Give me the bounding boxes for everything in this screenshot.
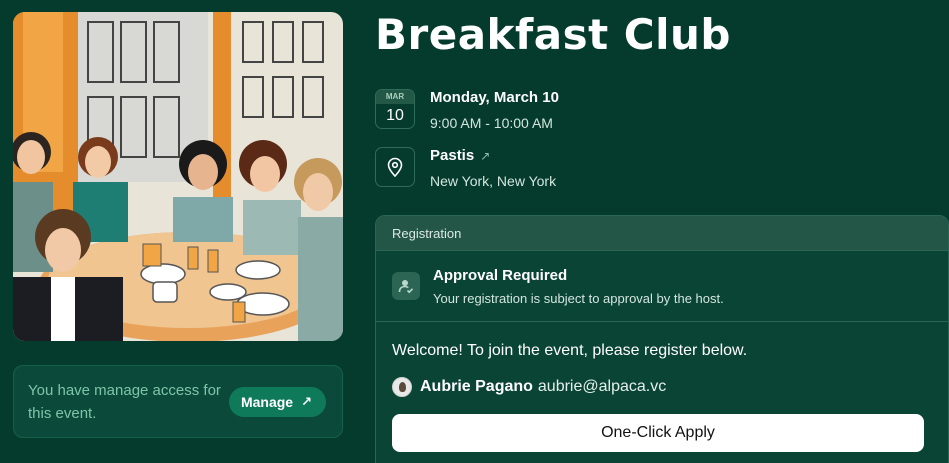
venue-link[interactable]: Pastis: [430, 147, 474, 164]
registration-card: Registration Approval Required Your regi…: [375, 215, 949, 463]
calendar-day: 10: [386, 107, 404, 124]
event-location-row: Pastis ↗ New York, New York: [375, 147, 556, 190]
manage-button-label: Manage: [240, 393, 294, 410]
event-date: Monday, March 10: [430, 89, 559, 106]
approval-notice: Approval Required Your registration is s…: [376, 251, 948, 322]
arrow-up-right-icon: ↗: [480, 149, 491, 163]
venue-city: New York, New York: [430, 173, 557, 189]
calendar-icon: MAR 10: [375, 89, 415, 129]
registrant-name: Aubrie Pagano: [420, 378, 533, 395]
welcome-text: Welcome! To join the event, please regis…: [392, 342, 748, 359]
event-time: 9:00 AM - 10:00 AM: [430, 115, 553, 131]
event-cover-image: [13, 12, 343, 341]
avatar: [392, 377, 412, 397]
registrant-email: aubrie@alpaca.vc: [537, 378, 667, 395]
manage-button[interactable]: Manage ↗: [228, 386, 326, 417]
event-date-row: MAR 10 Monday, March 10 9:00 AM - 10:00 …: [375, 89, 559, 132]
registration-header: Registration: [376, 216, 948, 251]
manage-access-panel: You have manage access for this event. M…: [13, 365, 343, 438]
user-check-icon: [392, 272, 420, 300]
calendar-month: MAR: [376, 90, 414, 104]
event-title: Breakfast Club: [375, 10, 731, 59]
approval-title: Approval Required: [433, 266, 568, 284]
registrant-info: Aubrie Pagano aubrie@alpaca.vc: [376, 360, 948, 397]
approval-text: Your registration is subject to approval…: [433, 290, 724, 306]
one-click-apply-button[interactable]: One-Click Apply: [392, 414, 924, 452]
arrow-up-right-icon: ↗: [301, 393, 312, 409]
location-pin-icon: [375, 147, 415, 187]
manage-access-text: You have manage access for this event.: [28, 381, 221, 422]
